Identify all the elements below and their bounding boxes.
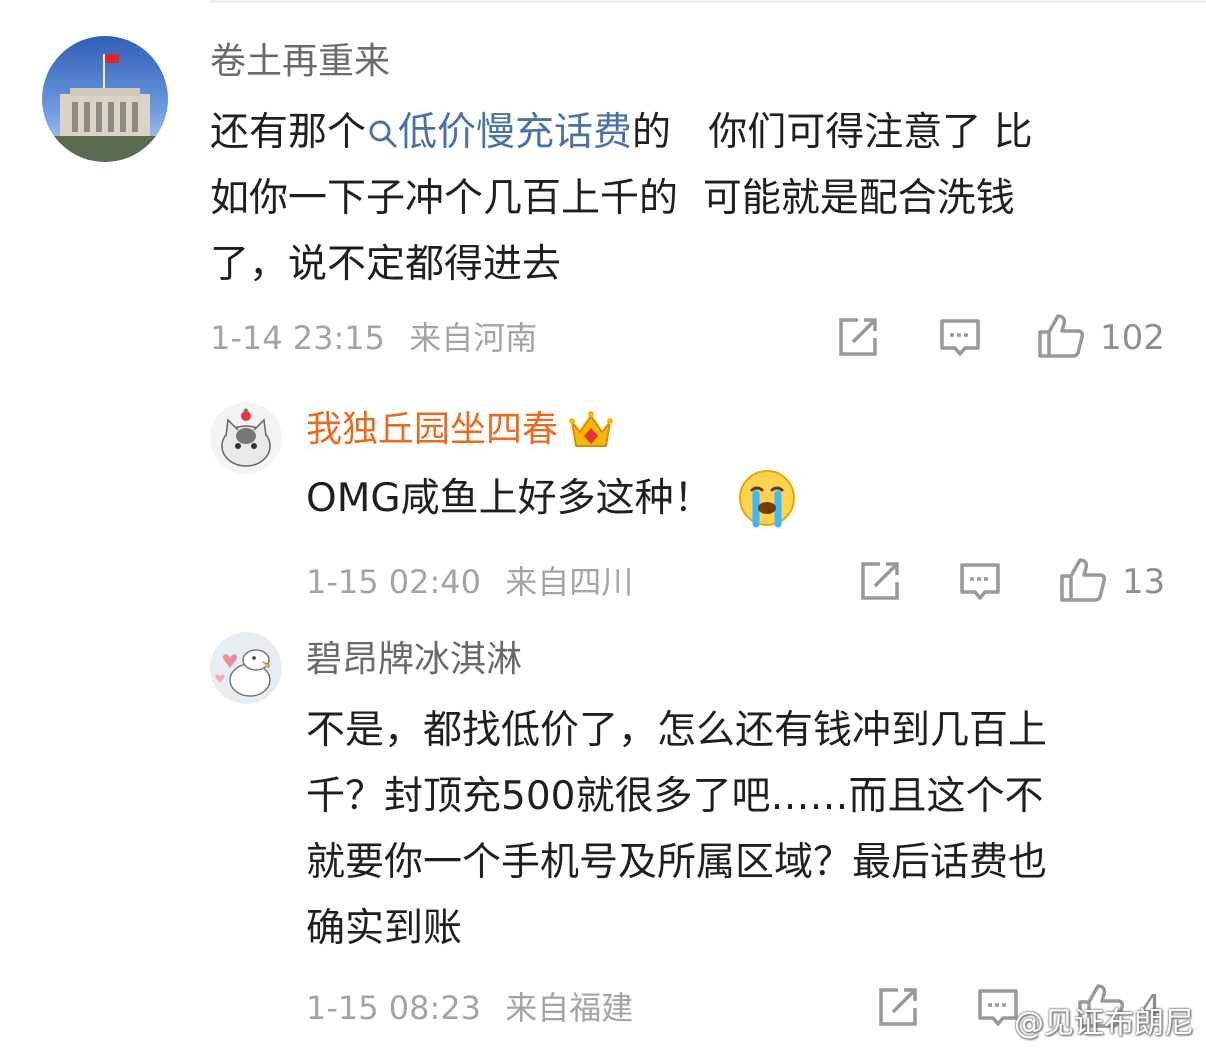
timestamp: 1-15 02:40: [306, 563, 482, 601]
crying-emoji: [737, 468, 797, 528]
comment-text: 不是，都找低价了，怎么还有钱冲到几百上 千？封顶充500就很多了吧……而且这个不…: [306, 698, 1047, 962]
location: 来自河南: [409, 319, 538, 357]
repost-icon[interactable]: [876, 986, 920, 1028]
like-count: 13: [1122, 562, 1166, 602]
timestamp: 1-15 08:23: [306, 989, 482, 1027]
topic-link-label: 低价慢充话费: [398, 110, 633, 155]
topic-link[interactable]: 低价慢充话费: [366, 110, 632, 155]
avatar[interactable]: [210, 632, 282, 704]
text-segment: OMG咸鱼上好多这种！: [306, 476, 713, 521]
comment-line: 不是，都找低价了，怎么还有钱冲到几百上: [306, 708, 1048, 753]
repost-icon[interactable]: [836, 316, 880, 358]
like-icon[interactable]: [1058, 556, 1108, 604]
comment-line: 千？封顶充500就很多了吧……而且这个不: [306, 774, 1044, 819]
comment-line: 了，说不定都得进去: [210, 242, 562, 287]
comment-text: OMG咸鱼上好多这种！: [306, 466, 797, 532]
comment-meta: 1-15 08:23 来自福建: [306, 988, 633, 1028]
avatar[interactable]: [42, 36, 168, 162]
comment-icon[interactable]: [938, 316, 982, 360]
crown-icon: [568, 408, 614, 452]
comment-meta: 1-14 23:15 来自河南: [210, 318, 537, 358]
like-count: 102: [1100, 318, 1165, 358]
comment-text: 还有那个 低价慢充话费的 你们可得注意了 比 如你一下子冲个几百上千的 可能就是配…: [210, 100, 1033, 298]
comment-icon[interactable]: [958, 560, 1002, 604]
avatar[interactable]: [210, 402, 282, 474]
location: 来自四川: [505, 563, 634, 601]
comment-meta: 1-15 02:40 来自四川: [306, 562, 633, 602]
comment-line: 确实到账: [306, 906, 463, 951]
username-label: 我独丘园坐四春: [306, 409, 559, 450]
top-divider: [210, 0, 1206, 3]
comment-line: 如你一下子冲个几百上千的 可能就是配合洗钱: [210, 176, 1015, 221]
comment-line: 就要你一个手机号及所属区域？最后话费也: [306, 840, 1048, 885]
username-vip[interactable]: 我独丘园坐四春: [306, 408, 614, 452]
comment-line: 还有那个 低价慢充话费的 你们可得注意了 比: [210, 100, 1033, 166]
location: 来自福建: [505, 989, 634, 1027]
text-segment: 的 你们可得注意了 比: [632, 110, 1033, 155]
timestamp: 1-14 23:15: [210, 319, 386, 357]
watermark: @见证布朗尼: [1014, 1006, 1194, 1041]
username[interactable]: 碧昂牌冰淇淋: [306, 638, 522, 682]
like-icon[interactable]: [1036, 312, 1086, 360]
comment-line: OMG咸鱼上好多这种！: [306, 466, 797, 532]
text-segment: 还有那个: [210, 110, 367, 155]
search-icon: [366, 100, 398, 166]
username[interactable]: 卷土再重来: [210, 40, 390, 84]
repost-icon[interactable]: [858, 560, 902, 602]
